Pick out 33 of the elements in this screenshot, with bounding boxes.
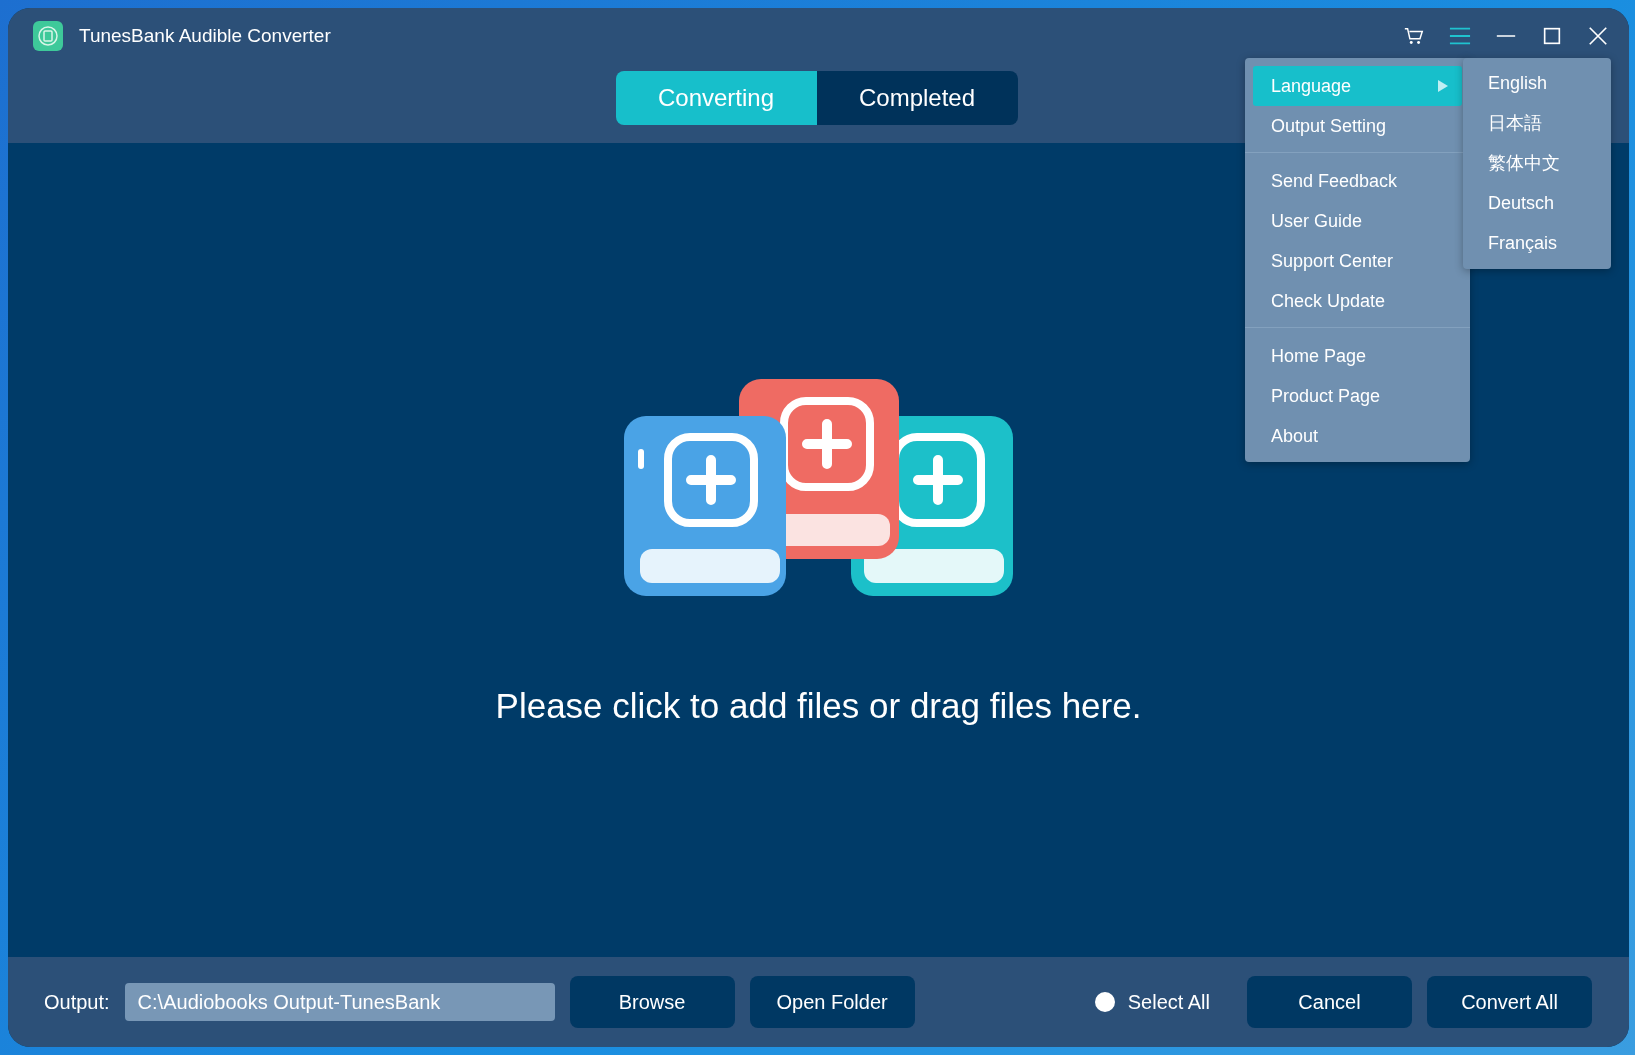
open-folder-button[interactable]: Open Folder (749, 976, 915, 1028)
select-all-label[interactable]: Select All (1127, 990, 1210, 1014)
add-books-drawing[interactable] (623, 379, 1014, 599)
menu-item[interactable]: User Guide (1253, 201, 1462, 241)
app-logo-icon (33, 21, 63, 51)
output-label: Output: (44, 990, 110, 1014)
menu-item[interactable]: Send Feedback (1253, 161, 1462, 201)
output-path-field[interactable]: C:\Audiobooks Output-TunesBank (124, 983, 555, 1021)
convert-all-button[interactable]: Convert All (1427, 976, 1592, 1028)
window-title: TunesBank Audible Converter (79, 25, 331, 47)
tab[interactable]: Converting (615, 71, 817, 125)
submenu-option[interactable]: English (1463, 63, 1611, 103)
submenu-option[interactable]: Deutsch (1463, 183, 1611, 223)
submenu-arrow-icon (1438, 80, 1448, 92)
drop-hint: Please click to add files or drag files here. (495, 686, 1142, 726)
cancel-button[interactable]: Cancel (1247, 976, 1412, 1028)
menu-icon[interactable] (1449, 25, 1471, 47)
submenu-option[interactable]: Français (1463, 223, 1611, 263)
close-icon[interactable] (1587, 25, 1609, 47)
menu-item[interactable]: Product Page (1253, 376, 1462, 416)
menu-item[interactable]: Check Update (1253, 281, 1462, 321)
select-all-radio[interactable] (1094, 992, 1115, 1012)
cart-icon[interactable] (1403, 25, 1425, 47)
submenu-option[interactable]: 日本語 (1463, 103, 1611, 143)
menu-item[interactable]: About (1253, 416, 1462, 456)
maximize-icon[interactable] (1541, 25, 1563, 47)
menu-item[interactable]: Home Page (1253, 336, 1462, 376)
menu-item[interactable]: Support Center (1253, 241, 1462, 281)
menu-item[interactable]: Language (1253, 66, 1462, 106)
browse-button[interactable]: Browse (569, 976, 735, 1028)
tab[interactable]: Completed (816, 71, 1018, 125)
menu-item[interactable]: Output Setting (1253, 106, 1462, 146)
submenu-option[interactable]: 繁体中文 (1463, 143, 1611, 183)
